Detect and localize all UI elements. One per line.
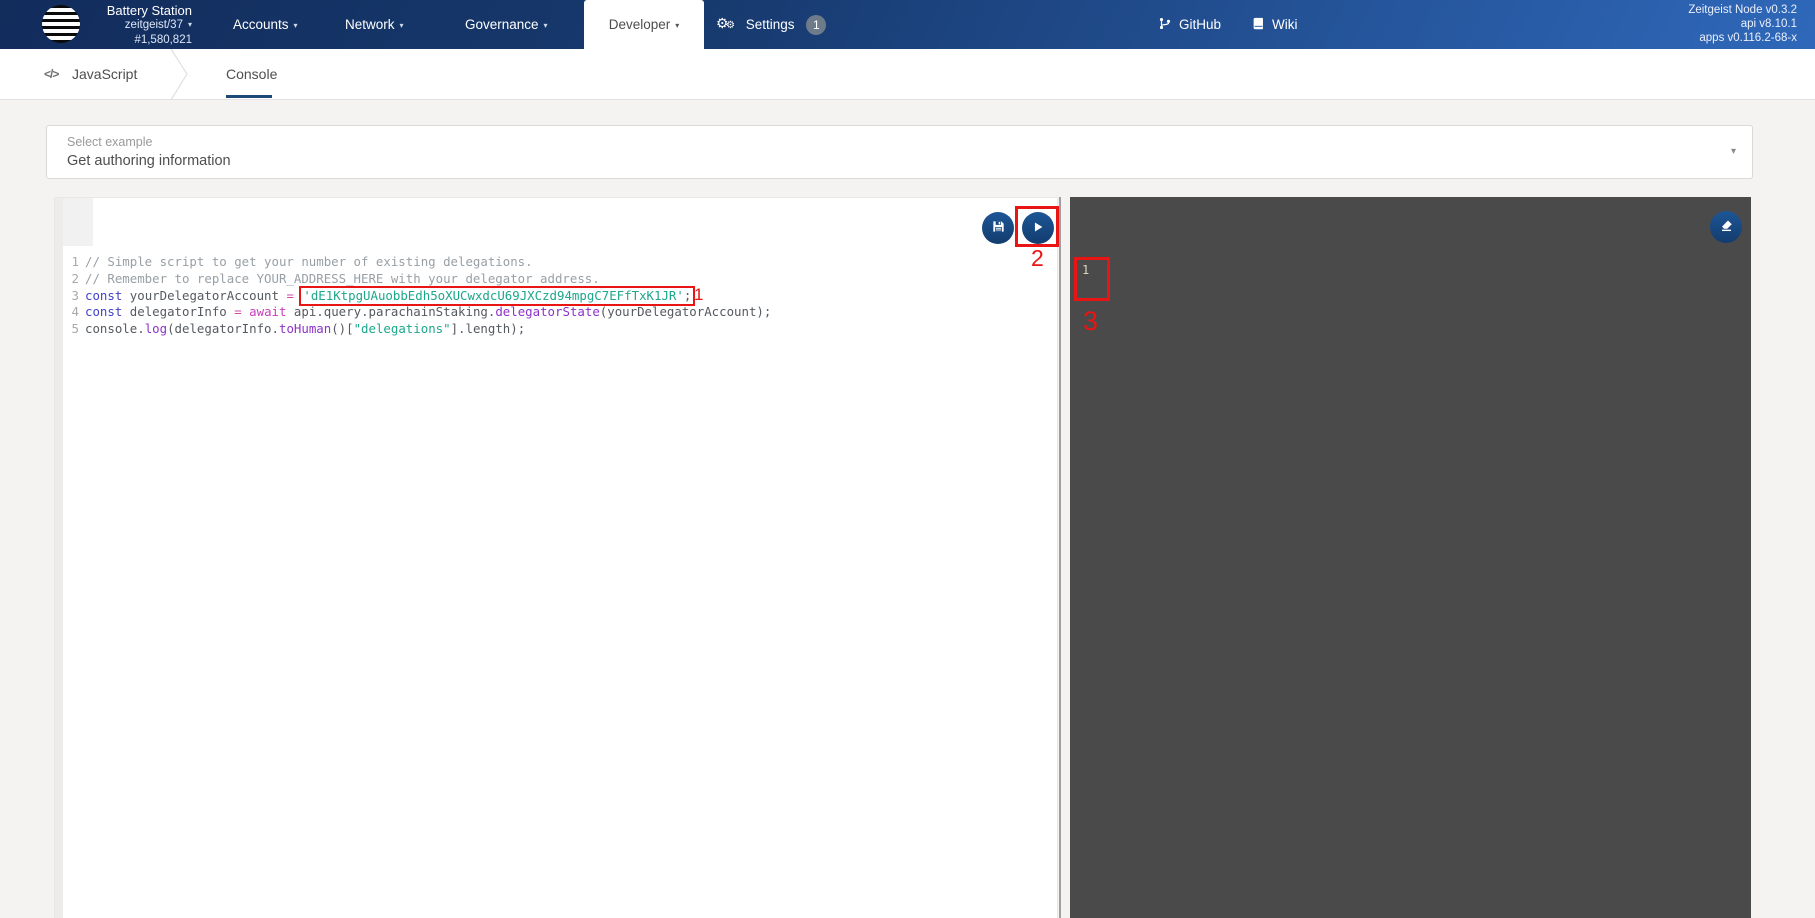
tab-bar: </> JavaScript Console <box>0 49 1815 100</box>
tab-divider-chevron <box>170 49 190 105</box>
chevron-down-icon: ▾ <box>294 21 298 30</box>
output-panel: 1 <box>1070 197 1751 918</box>
annotation-step-2: 2 <box>1031 245 1044 272</box>
chain-selector[interactable]: Battery Station zeitgeist/37 ▾ #1,580,821 <box>40 4 192 47</box>
editor-output-splitter[interactable] <box>1059 197 1061 918</box>
nav-item-accounts[interactable]: Accounts▾ <box>233 0 298 49</box>
code-line: 5console.log(delegatorInfo.toHuman()["de… <box>55 321 1057 338</box>
nav-item-governance[interactable]: Governance▾ <box>465 0 548 49</box>
gears-icon: ⚙⚙ <box>716 15 738 35</box>
line-number: 4 <box>55 304 79 321</box>
block-number: #1,580,821 <box>40 33 192 47</box>
apps-version: apps v0.116.2-68-x <box>1688 32 1797 46</box>
annotation-box-address: 'dE1KtpgUAuobbEdh5oXUCwxdcU69JXCzd94mpgC… <box>299 286 695 307</box>
chevron-down-icon: ▾ <box>400 21 404 30</box>
chevron-down-icon: ▾ <box>1731 146 1736 157</box>
annotation-box-output <box>1074 257 1110 301</box>
example-select-label: Select example <box>67 135 152 149</box>
save-button[interactable] <box>982 212 1014 244</box>
chevron-down-icon: ▾ <box>188 20 192 29</box>
example-select-value: Get authoring information <box>67 153 231 169</box>
chevron-down-icon: ▾ <box>544 21 548 30</box>
nav-item-network[interactable]: Network▾ <box>345 0 404 49</box>
settings-badge: 1 <box>806 15 826 35</box>
line-number: 3 <box>55 288 79 305</box>
network-id: zeitgeist/37 <box>125 19 183 31</box>
annotation-box-run-button <box>1015 206 1059 247</box>
nav-item-settings[interactable]: ⚙⚙ Settings 1 <box>716 0 826 49</box>
nav-link-github[interactable]: GitHub <box>1158 0 1221 49</box>
section-title: JavaScript <box>72 49 137 100</box>
node-name: Zeitgeist Node v0.3.2 <box>1688 4 1797 18</box>
chain-name: Battery Station <box>40 4 192 18</box>
git-branch-icon <box>1158 2 1172 51</box>
nav-link-wiki[interactable]: Wiki <box>1252 0 1298 49</box>
code-editor[interactable]: 1// Simple script to get your number of … <box>54 197 1058 918</box>
code-line: 1// Simple script to get your number of … <box>55 254 1057 271</box>
javascript-console-page: Battery Station zeitgeist/37 ▾ #1,580,821… <box>0 0 1815 918</box>
line-number: 5 <box>55 321 79 338</box>
book-icon <box>1252 2 1265 51</box>
code-lines: 1// Simple script to get your number of … <box>55 254 1057 338</box>
line-number: 1 <box>55 254 79 271</box>
line-number: 2 <box>55 271 79 288</box>
chevron-down-icon: ▾ <box>675 21 679 30</box>
api-version: api v8.10.1 <box>1688 18 1797 32</box>
annotation-step-3: 3 <box>1083 306 1098 337</box>
clear-output-button[interactable] <box>1710 211 1742 243</box>
eraser-icon <box>1719 218 1734 236</box>
example-select[interactable]: Select example Get authoring information… <box>46 125 1753 179</box>
code-line: 3const yourDelegatorAccount = 'dE1KtpgUA… <box>55 288 1057 305</box>
nav-item-developer[interactable]: Developer▾ <box>584 0 704 49</box>
top-nav: Battery Station zeitgeist/37 ▾ #1,580,821… <box>0 0 1815 49</box>
node-info: Zeitgeist Node v0.3.2 api v8.10.1 apps v… <box>1688 4 1797 45</box>
annotation-step-1: 1 <box>694 285 703 305</box>
code-line: 4const delegatorInfo = await api.query.p… <box>55 304 1057 321</box>
tab-console[interactable]: Console <box>226 49 277 100</box>
active-tab-underline <box>226 95 272 98</box>
code-icon: </> <box>44 49 58 100</box>
save-icon <box>991 219 1006 237</box>
